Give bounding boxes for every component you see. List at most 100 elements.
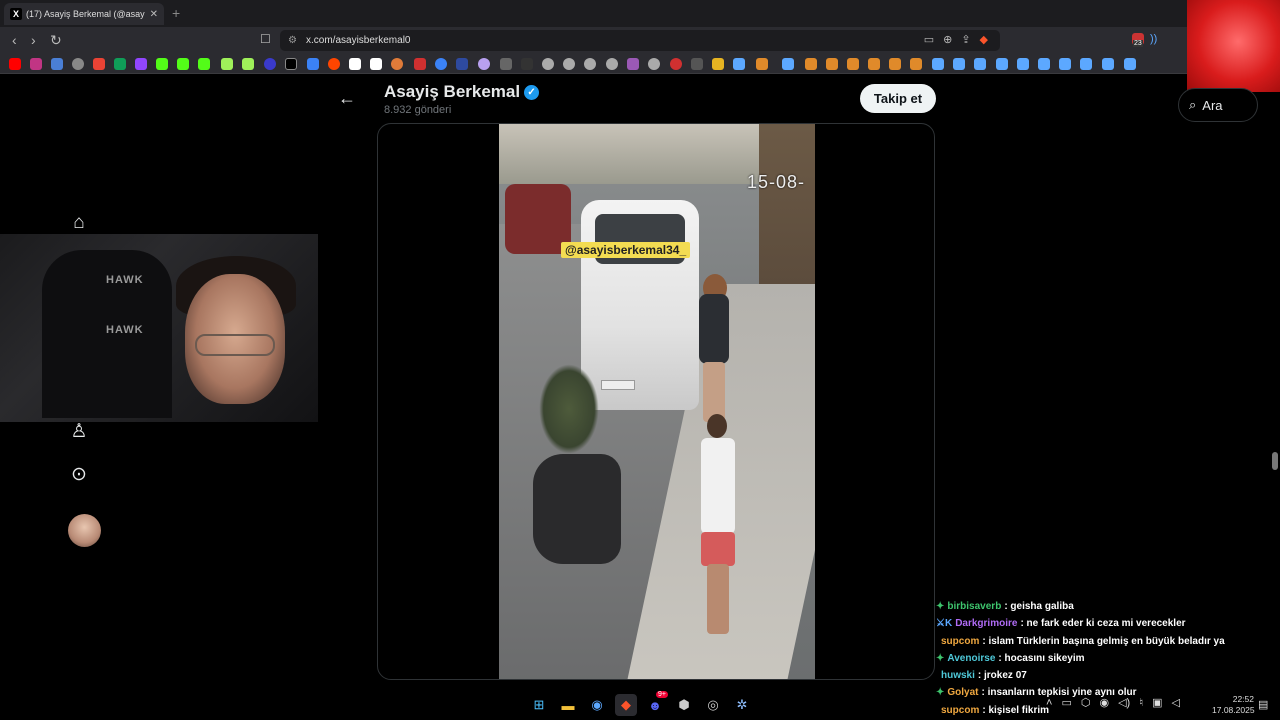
notification-icon[interactable]: ▤ bbox=[1258, 698, 1268, 711]
share-icon[interactable]: ⇪ bbox=[961, 30, 970, 51]
back-button[interactable]: ‹ bbox=[12, 32, 17, 48]
more-icon[interactable]: ⊙ bbox=[67, 462, 91, 486]
bookmark-icon-35[interactable] bbox=[756, 58, 768, 70]
file-explorer-icon[interactable]: ▬ bbox=[557, 694, 579, 716]
account-avatar[interactable] bbox=[68, 514, 101, 547]
bookmark-icon-42[interactable] bbox=[910, 58, 922, 70]
obs-taskbar-icon[interactable]: ◎ bbox=[702, 694, 724, 716]
instagram-bookmark-icon[interactable] bbox=[30, 58, 42, 70]
globe-bookmark-icon[interactable] bbox=[72, 58, 84, 70]
bookmark-icon-46[interactable] bbox=[996, 58, 1008, 70]
bookmark-icon-31[interactable] bbox=[670, 58, 682, 70]
url-text: x.com/asayisberkemal0 bbox=[306, 35, 411, 46]
bookmark-icon-29[interactable] bbox=[627, 58, 639, 70]
back-arrow-icon[interactable]: ← bbox=[338, 88, 356, 109]
bookmark-icon-49[interactable] bbox=[1059, 58, 1071, 70]
brave-shield-icon[interactable]: ◆ bbox=[980, 30, 988, 51]
url-actions: ▭ ⊕ ⇪ ◆ bbox=[924, 30, 988, 51]
bookmark-icon-3[interactable] bbox=[51, 58, 63, 70]
reload-button[interactable]: ↻ bbox=[50, 32, 62, 49]
battery-icon[interactable]: ▭ bbox=[1061, 696, 1071, 709]
windows-start-icon[interactable]: ⊞ bbox=[528, 694, 550, 716]
bookmark-icon-43[interactable] bbox=[932, 58, 944, 70]
address-bar[interactable]: ⚙ x.com/asayisberkemal0 ▭ ⊕ ⇪ ◆ bbox=[280, 30, 1000, 51]
bookmark-icon-14[interactable] bbox=[307, 58, 319, 70]
network-icon[interactable]: ▣ bbox=[1152, 696, 1162, 709]
child-legs bbox=[707, 564, 729, 634]
video-player[interactable]: @asayisberkemal34_ 15-08- bbox=[499, 124, 815, 679]
twitch-bookmark-icon[interactable] bbox=[135, 58, 147, 70]
kick-bookmark-icon-2[interactable] bbox=[177, 58, 189, 70]
app-taskbar-icon-2[interactable]: ✲ bbox=[731, 694, 753, 716]
bookmark-icon-30[interactable] bbox=[648, 58, 660, 70]
home-icon[interactable]: ⌂ bbox=[67, 211, 91, 235]
x-bookmark-icon[interactable] bbox=[285, 58, 297, 70]
bookmark-icon-18[interactable] bbox=[391, 58, 403, 70]
profile-icon[interactable]: ♙ bbox=[67, 419, 91, 443]
speaker-icon[interactable]: ◁) bbox=[1118, 696, 1130, 709]
search-box[interactable]: ⌕ Ara bbox=[1178, 88, 1258, 122]
audio-icon[interactable]: )) bbox=[1150, 33, 1157, 45]
bookmark-icon-10[interactable] bbox=[221, 58, 233, 70]
bookmark-icon-26[interactable] bbox=[563, 58, 575, 70]
drive-bookmark-icon[interactable] bbox=[114, 58, 126, 70]
bookmark-icon-12[interactable] bbox=[264, 58, 276, 70]
kick-bookmark-icon[interactable] bbox=[156, 58, 168, 70]
reddit-bookmark-icon[interactable] bbox=[328, 58, 340, 70]
bookmark-icon-38[interactable] bbox=[826, 58, 838, 70]
folder-bookmark-icon[interactable] bbox=[712, 58, 724, 70]
steam-tray-icon[interactable]: ◉ bbox=[1099, 696, 1109, 709]
bookmark-icon-37[interactable] bbox=[805, 58, 817, 70]
chat-badge-icon: ✦ bbox=[936, 601, 945, 612]
site-settings-icon[interactable]: ⚙ bbox=[288, 30, 297, 51]
bookmark-icon-22[interactable] bbox=[478, 58, 490, 70]
bookmark-icon-17[interactable] bbox=[370, 58, 382, 70]
page-scrollbar-thumb[interactable] bbox=[1272, 452, 1278, 470]
chat-message: huwski: jrokez 07 bbox=[936, 667, 1236, 684]
bookmark-icon-27[interactable] bbox=[584, 58, 596, 70]
bookmark-icon-28[interactable] bbox=[606, 58, 618, 70]
bookmark-icon-50[interactable] bbox=[1080, 58, 1092, 70]
bookmark-icon-39[interactable] bbox=[847, 58, 859, 70]
bookmark-icon-40[interactable] bbox=[868, 58, 880, 70]
mic-icon[interactable]: ♮ bbox=[1139, 696, 1143, 709]
browser-tab[interactable]: X (17) Asayiş Berkemal (@asay ✕ bbox=[4, 3, 164, 25]
steam-taskbar-icon[interactable]: ◉ bbox=[586, 694, 608, 716]
bookmark-icon-24[interactable] bbox=[521, 58, 533, 70]
volume-icon[interactable]: ◁ bbox=[1172, 696, 1180, 709]
bookmark-icon-52[interactable] bbox=[1124, 58, 1136, 70]
tray-chevron-icon[interactable]: ˄ bbox=[1046, 697, 1052, 709]
bookmark-icon-16[interactable] bbox=[349, 58, 361, 70]
gmail-bookmark-icon[interactable] bbox=[93, 58, 105, 70]
follow-button[interactable]: Takip et bbox=[860, 84, 936, 113]
app-taskbar-icon[interactable]: ⬢ bbox=[673, 694, 695, 716]
bookmark-icon-32[interactable] bbox=[691, 58, 703, 70]
brave-taskbar-icon[interactable]: ◆ bbox=[615, 694, 637, 716]
extension-badge: 23 bbox=[1133, 40, 1143, 47]
bookmark-icon-19[interactable] bbox=[414, 58, 426, 70]
kick-bookmark-icon-3[interactable] bbox=[198, 58, 210, 70]
taskbar-clock[interactable]: 22:52 17.08.2025 bbox=[1212, 694, 1255, 716]
bookmark-icon-36[interactable] bbox=[782, 58, 794, 70]
bookmark-icon-34[interactable] bbox=[733, 58, 745, 70]
cast-icon[interactable]: ▭ bbox=[924, 30, 934, 51]
bookmark-icon-23[interactable] bbox=[500, 58, 512, 70]
tab-close-icon[interactable]: ✕ bbox=[150, 9, 158, 20]
bookmark-icon-45[interactable] bbox=[974, 58, 986, 70]
forward-button[interactable]: › bbox=[31, 32, 36, 48]
bookmark-icon-11[interactable] bbox=[242, 58, 254, 70]
bookmark-icon-41[interactable] bbox=[889, 58, 901, 70]
bookmark-icon-51[interactable] bbox=[1102, 58, 1114, 70]
bookmark-icon-25[interactable] bbox=[542, 58, 554, 70]
bookmark-icon-47[interactable] bbox=[1017, 58, 1029, 70]
youtube-bookmark-icon[interactable] bbox=[9, 58, 21, 70]
bookmark-icon-48[interactable] bbox=[1038, 58, 1050, 70]
discord-taskbar-icon[interactable]: ☻ 9+ bbox=[644, 691, 668, 716]
bookmark-icon-20[interactable] bbox=[435, 58, 447, 70]
bookmark-icon[interactable]: ☐ bbox=[260, 32, 271, 46]
new-tab-button[interactable]: + bbox=[172, 5, 180, 21]
zoom-icon[interactable]: ⊕ bbox=[943, 30, 952, 51]
bookmark-icon-21[interactable] bbox=[456, 58, 468, 70]
tray-app-icon[interactable]: ⬡ bbox=[1081, 696, 1091, 709]
bookmark-icon-44[interactable] bbox=[953, 58, 965, 70]
